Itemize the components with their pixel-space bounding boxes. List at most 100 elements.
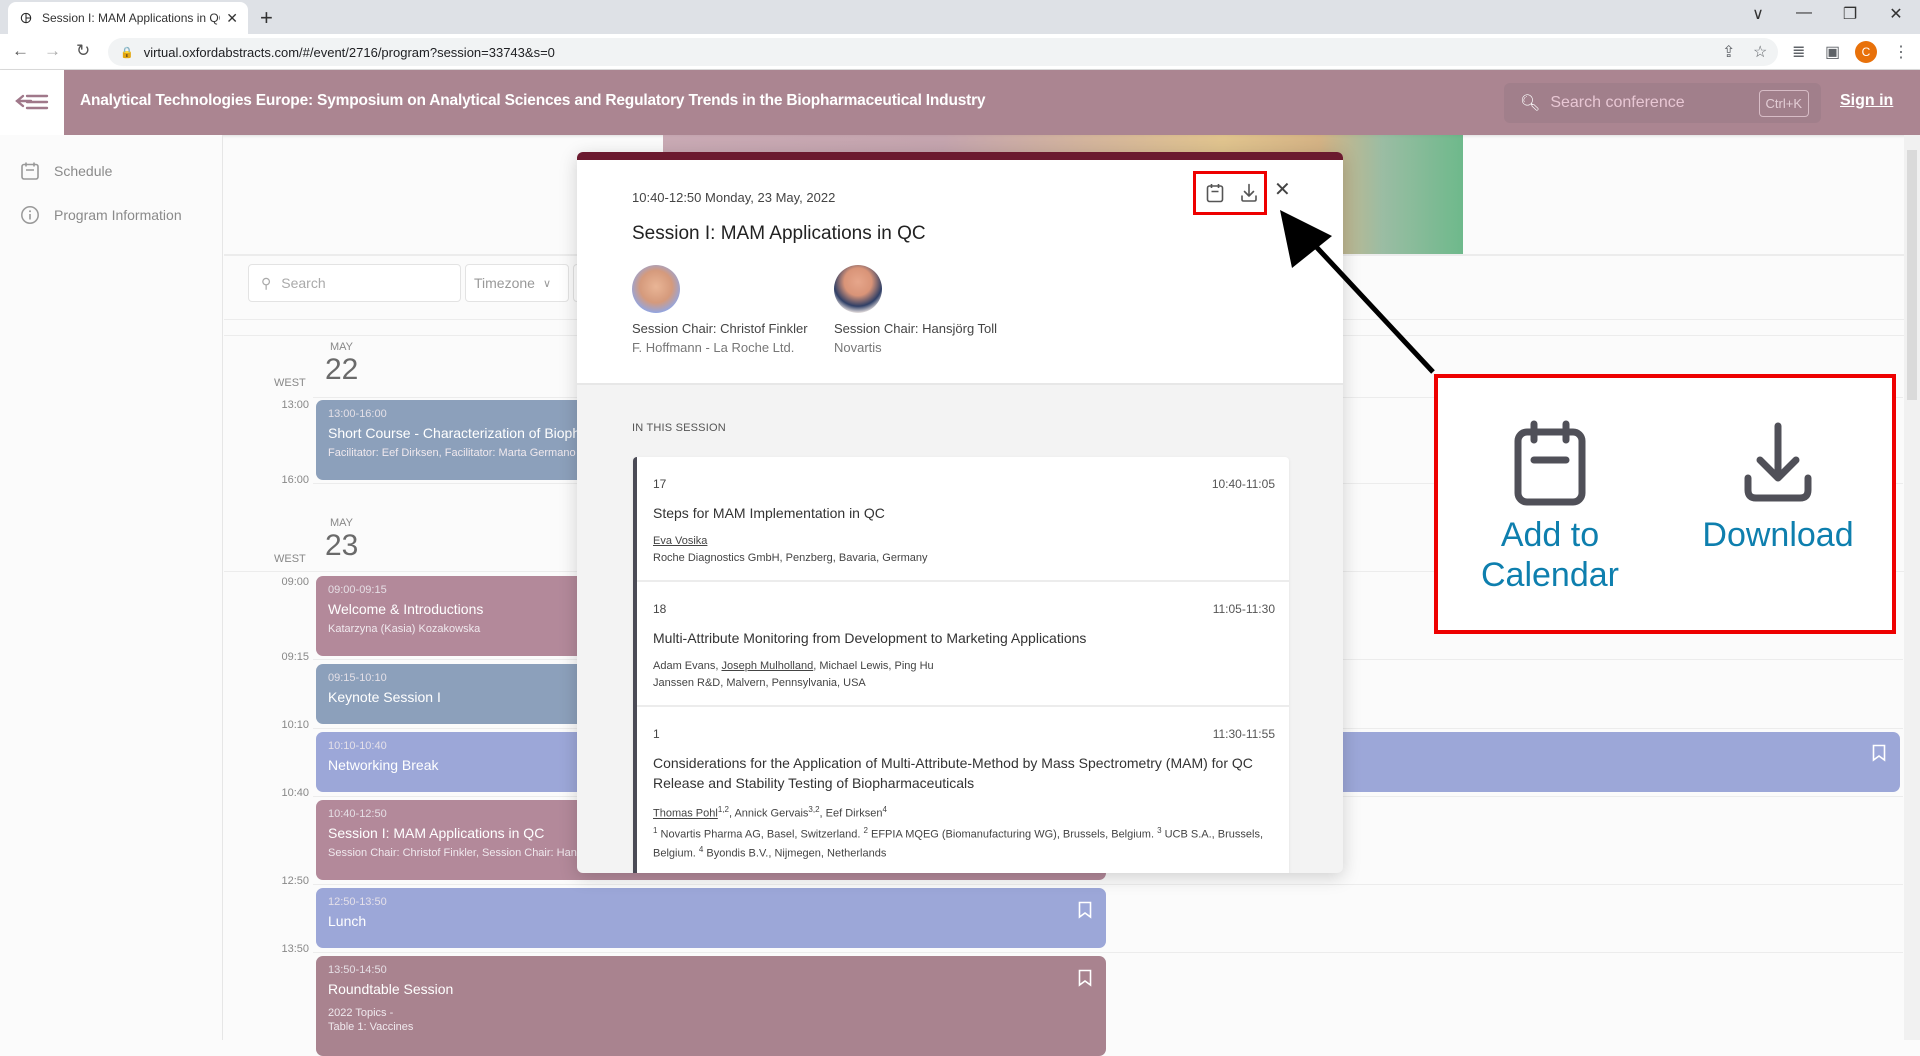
- event-subtitle: 2022 Topics -: [328, 1007, 394, 1019]
- annotation-callout: Add to Calendar Download: [1434, 374, 1896, 634]
- chair-role: Session Chair: Christof Finkler: [632, 321, 808, 336]
- session-chair[interactable]: Session Chair: Hansjörg Toll Novartis: [834, 265, 997, 355]
- bookmark-star-icon[interactable]: ☆: [1753, 42, 1767, 62]
- talk-time: 11:30-11:55: [1212, 727, 1275, 741]
- bookmark-icon[interactable]: [1078, 901, 1092, 919]
- affiliation-text: Byondis B.V., Nijmegen, Netherlands: [703, 847, 887, 860]
- share-icon[interactable]: ⇪: [1722, 42, 1735, 62]
- sign-in-link[interactable]: Sign in: [1840, 92, 1893, 110]
- time-label: 12:50: [281, 875, 309, 887]
- forward-icon[interactable]: →: [44, 41, 61, 61]
- back-icon[interactable]: ←: [12, 41, 29, 61]
- timezone-label: Timezone: [474, 275, 535, 291]
- author-text: , Annick Gervais: [728, 807, 809, 820]
- time-label: 09:15: [281, 651, 309, 663]
- callout-label: Add to: [1500, 516, 1600, 554]
- talk-item[interactable]: 18 11:05-11:30 Multi-Attribute Monitorin…: [637, 582, 1289, 707]
- highlighted-actions: [1193, 171, 1267, 215]
- sidebar-item-label: Schedule: [54, 163, 113, 179]
- talk-affiliation: Janssen R&D, Malvern, Pennsylvania, USA: [653, 677, 866, 689]
- superscript: 4: [882, 805, 887, 814]
- chair-organization: F. Hoffmann - La Roche Ltd.: [632, 340, 795, 355]
- presenter-link[interactable]: Eva Vosika: [653, 535, 707, 547]
- time-label: 09:00: [281, 576, 309, 588]
- tab-title: Session I: MAM Applications in QC: [42, 11, 221, 25]
- talk-number: 17: [653, 477, 667, 491]
- close-window-button[interactable]: ✕: [1873, 4, 1919, 24]
- talk-title: Steps for MAM Implementation in QC: [653, 505, 885, 521]
- collapse-menu-icon[interactable]: [14, 88, 50, 116]
- session-title: Session I: MAM Applications in QC: [632, 223, 926, 244]
- time-label: 13:00: [281, 399, 309, 411]
- event-subtitle: Table 1: Vaccines: [328, 1021, 414, 1033]
- new-tab-button[interactable]: +: [260, 5, 273, 31]
- presenter-link[interactable]: Thomas Pohl: [653, 808, 718, 820]
- talk-number: 18: [653, 602, 667, 616]
- add-to-calendar-icon[interactable]: [1205, 182, 1225, 204]
- event-time: 13:50-14:50: [328, 964, 387, 976]
- session-datetime: 10:40-12:50 Monday, 23 May, 2022: [632, 190, 836, 205]
- schedule-search-input[interactable]: ⚲ Search: [248, 264, 461, 302]
- annotation-arrow: [1280, 210, 1435, 374]
- day-number: 23: [325, 529, 359, 562]
- close-icon[interactable]: ✕: [1274, 180, 1291, 200]
- talk-item[interactable]: 1 11:30-11:55 Considerations for the App…: [637, 707, 1289, 873]
- talk-affiliation: Roche Diagnostics GmbH, Penzberg, Bavari…: [653, 552, 928, 564]
- day-timezone: WEST: [274, 553, 306, 565]
- vertical-scrollbar[interactable]: [1904, 135, 1920, 1040]
- conference-search-input[interactable]: 🔍︎ Search conference Ctrl+K: [1504, 83, 1821, 123]
- presenter-link[interactable]: Joseph Mulholland: [721, 660, 813, 672]
- author-text: Adam Evans,: [653, 660, 722, 672]
- shortcut-badge: Ctrl+K: [1758, 89, 1809, 117]
- time-label: 16:00: [281, 474, 309, 486]
- day-number: 22: [325, 353, 359, 386]
- scrollbar-thumb[interactable]: [1907, 150, 1917, 400]
- side-panel-icon[interactable]: ▣: [1825, 42, 1840, 62]
- calendar-icon: [21, 162, 39, 180]
- media-control-icon[interactable]: ≣: [1792, 42, 1805, 62]
- reload-icon[interactable]: ↻: [76, 41, 90, 61]
- tab-search-icon[interactable]: ∨: [1735, 4, 1781, 24]
- download-icon: [1744, 422, 1812, 502]
- time-label: 13:50: [281, 943, 309, 955]
- search-icon: ⚲: [261, 274, 272, 291]
- conference-title: Analytical Technologies Europe: Symposiu…: [80, 92, 986, 109]
- address-bar[interactable]: 🔒 virtual.oxfordabstracts.com/#/event/27…: [108, 38, 1778, 66]
- bookmark-icon[interactable]: [1078, 969, 1092, 987]
- event-block[interactable]: 13:50-14:50 Roundtable Session 2022 Topi…: [316, 956, 1106, 1056]
- close-tab-icon[interactable]: ✕: [226, 10, 238, 27]
- talk-title: Multi-Attribute Monitoring from Developm…: [653, 630, 1087, 646]
- day-month: MAY: [330, 517, 354, 529]
- callout-label: Calendar: [1481, 556, 1619, 594]
- sidebar-item-schedule[interactable]: Schedule: [20, 161, 112, 181]
- browser-tab-strip: 🜖 Session I: MAM Applications in QC ✕ + …: [0, 0, 1920, 34]
- author-text: , Michael Lewis, Ping Hu: [813, 660, 934, 672]
- restore-button[interactable]: ❐: [1827, 4, 1873, 24]
- talk-number: 1: [653, 727, 660, 741]
- divider: [313, 952, 1903, 953]
- profile-avatar[interactable]: C: [1855, 41, 1877, 63]
- event-time: 12:50-13:50: [328, 896, 387, 908]
- minimize-button[interactable]: —: [1781, 4, 1827, 22]
- talk-item[interactable]: 17 10:40-11:05 Steps for MAM Implementat…: [637, 457, 1289, 582]
- talk-time: 10:40-11:05: [1211, 477, 1275, 491]
- lock-icon: 🔒: [120, 46, 134, 59]
- event-block[interactable]: 12:50-13:50 Lunch: [316, 888, 1106, 948]
- download-icon[interactable]: [1239, 182, 1259, 204]
- browser-menu-icon[interactable]: ⋮: [1893, 42, 1909, 62]
- timezone-select[interactable]: Timezone ∨: [465, 264, 569, 302]
- add-to-calendar-callout: Add to Calendar: [1480, 420, 1620, 595]
- conference-banner-bar: Analytical Technologies Europe: Symposiu…: [64, 70, 1920, 135]
- calendar-icon: [1514, 420, 1586, 506]
- sidebar: Schedule Program Information: [0, 135, 223, 1040]
- sidebar-item-program-information[interactable]: Program Information: [20, 205, 182, 225]
- bookmark-icon[interactable]: [1872, 744, 1886, 762]
- talk-time: 11:05-11:30: [1212, 602, 1275, 616]
- talk-authors: Thomas Pohl1,2, Annick Gervais3,2, Eef D…: [653, 805, 1273, 820]
- superscript: 3,2: [808, 805, 820, 814]
- search-placeholder: Search conference: [1550, 94, 1685, 111]
- modal-accent-band: [577, 152, 1343, 160]
- session-chair[interactable]: Session Chair: Christof Finkler F. Hoffm…: [632, 265, 808, 355]
- browser-tab[interactable]: 🜖 Session I: MAM Applications in QC ✕: [8, 2, 248, 34]
- affiliation-text: EFPIA MQEG (Biomanufacturing WG), Brusse…: [867, 828, 1158, 841]
